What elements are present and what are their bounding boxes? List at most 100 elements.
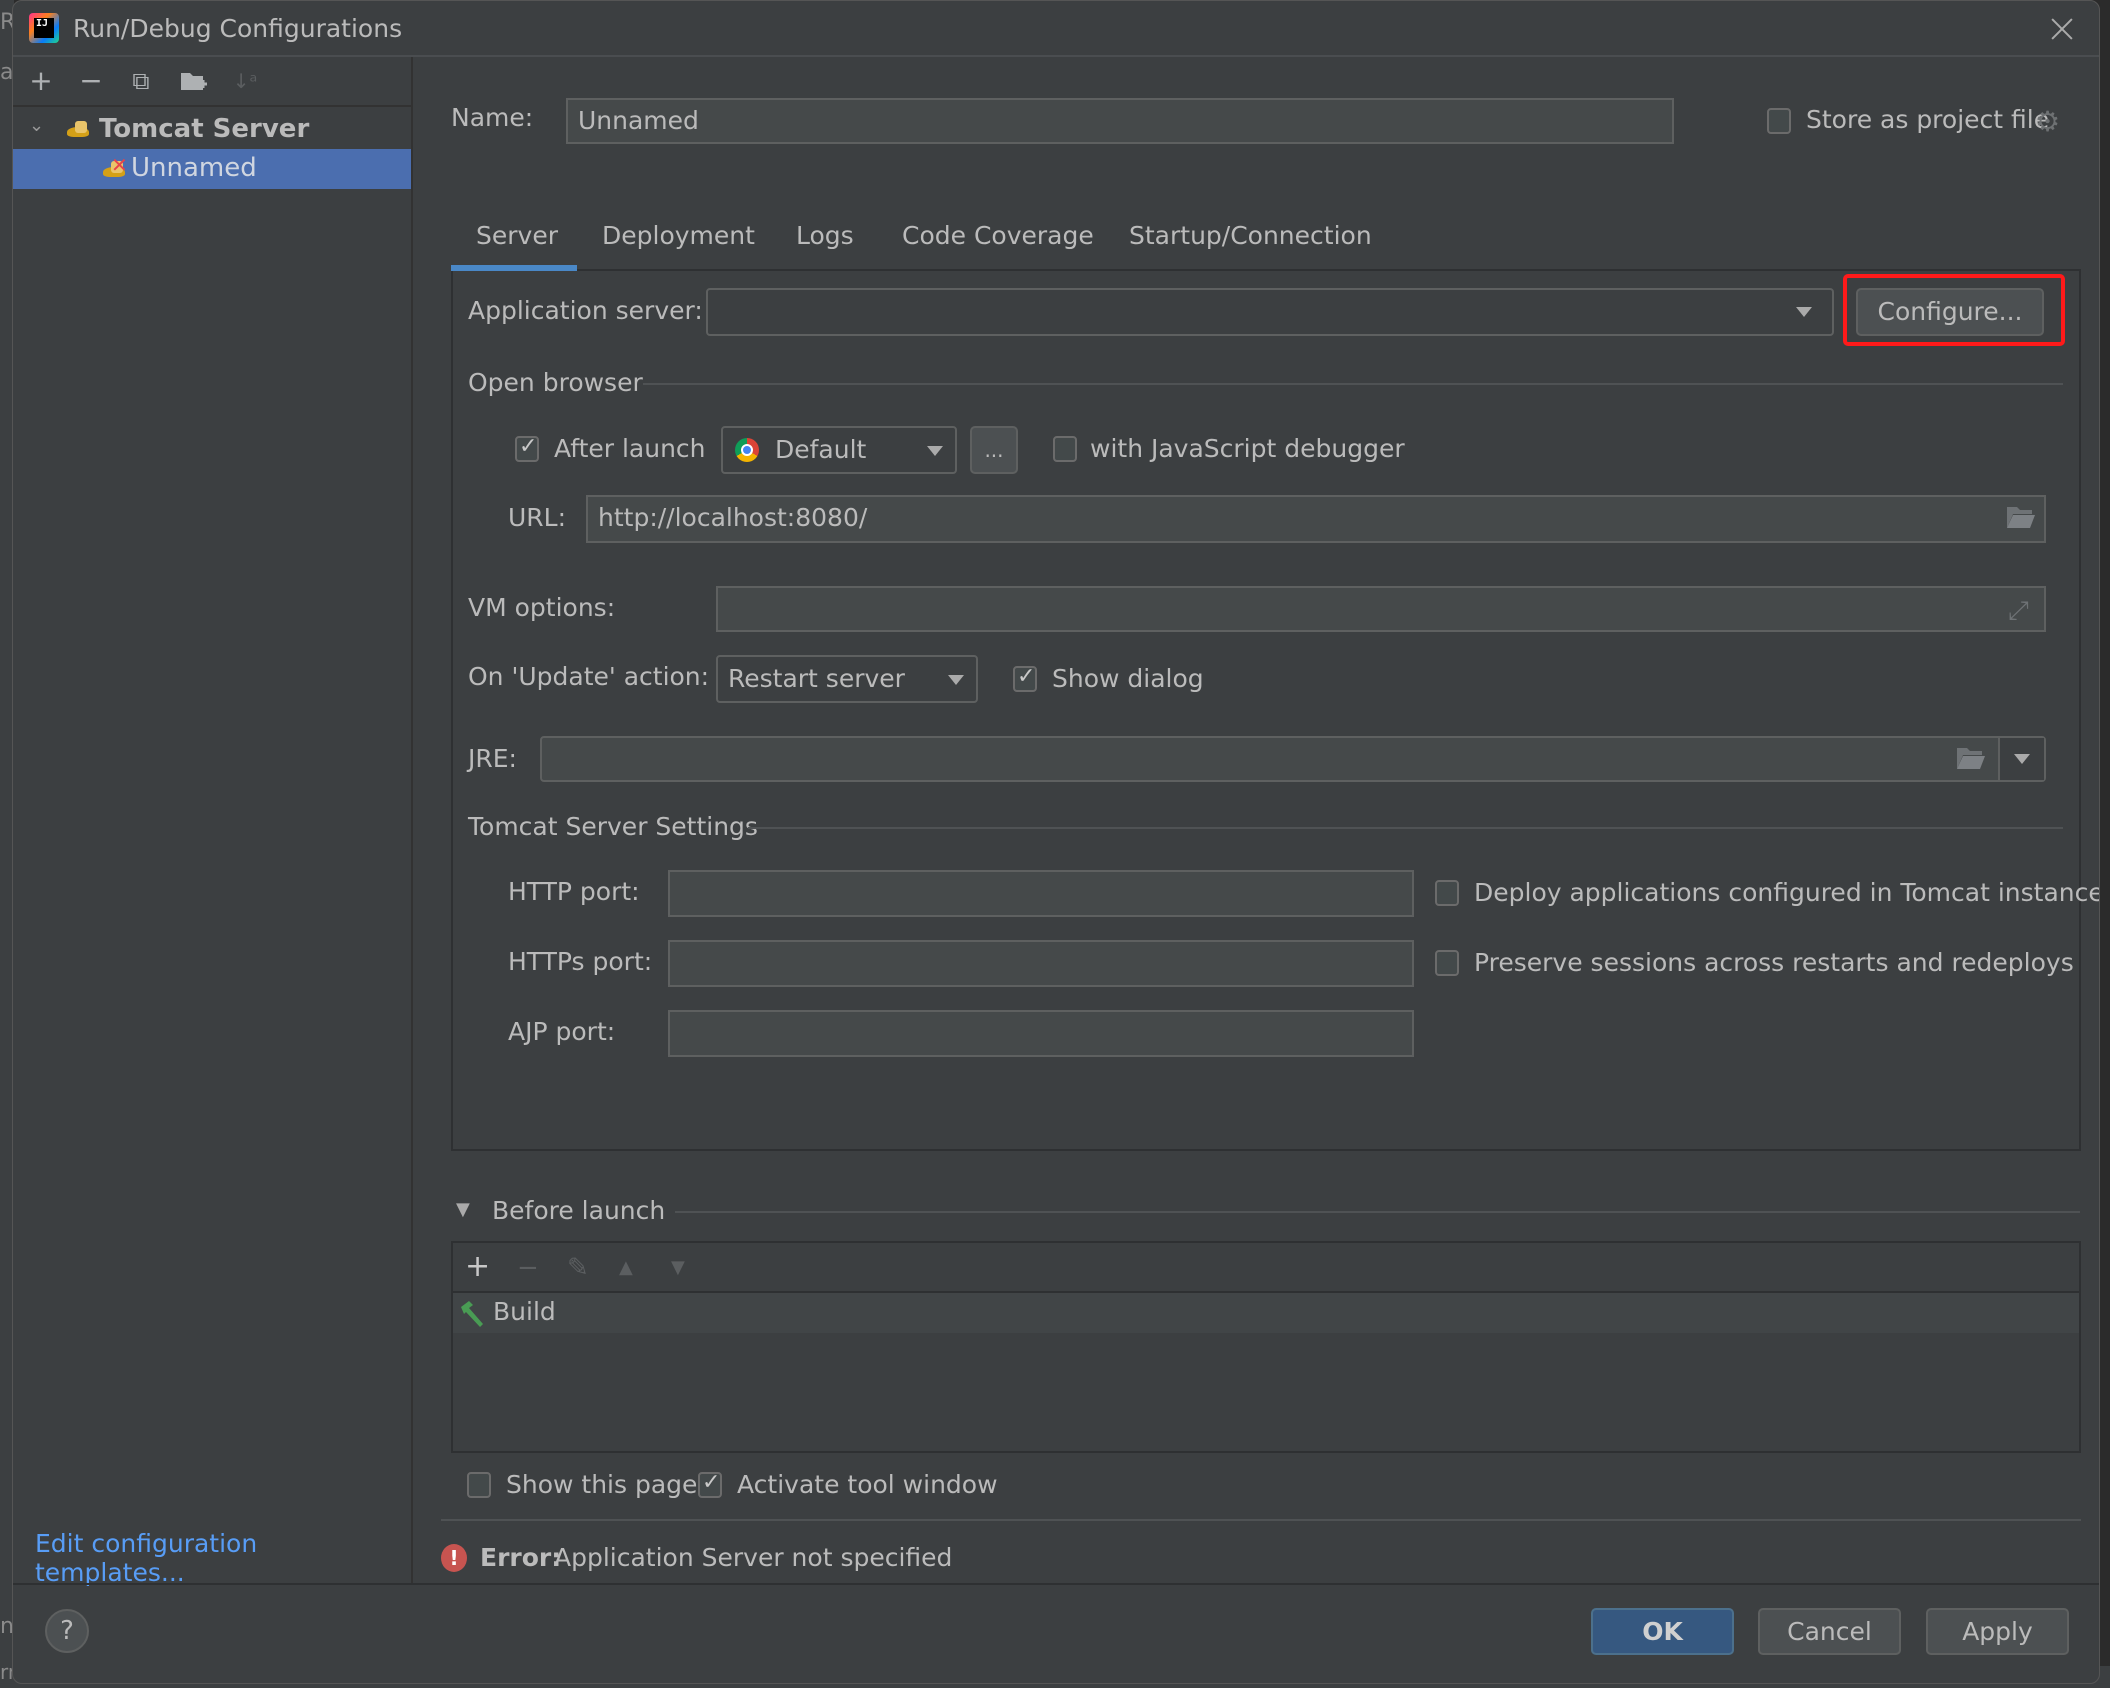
folder-open-icon[interactable] [1956, 742, 1986, 784]
tomcat-icon [65, 119, 91, 141]
copy-configuration-icon[interactable]: ⧉ [127, 67, 155, 95]
name-input[interactable]: Unnamed [566, 98, 1674, 144]
dialog-title: Run/Debug Configurations [73, 14, 403, 43]
remove-task-icon: − [517, 1253, 539, 1283]
open-browser-section-title: Open browser [468, 368, 643, 397]
jre-label: JRE: [468, 744, 517, 773]
remove-configuration-icon[interactable]: − [77, 67, 105, 95]
chrome-icon [735, 438, 759, 462]
section-divider [748, 827, 2063, 829]
deploy-applications-checkbox[interactable] [1435, 880, 1459, 906]
apply-button[interactable]: Apply [1926, 1608, 2069, 1655]
show-dialog-checkbox[interactable] [1013, 664, 1037, 692]
show-dialog-label: Show dialog [1052, 664, 1204, 693]
activate-tool-window-label: Activate tool window [737, 1470, 998, 1499]
javascript-debugger-checkbox[interactable] [1053, 436, 1077, 462]
footer-divider [13, 1583, 2099, 1585]
url-input[interactable]: http://localhost:8080/ [586, 495, 2046, 543]
error-icon: ! [441, 1544, 467, 1572]
after-launch-label: After launch [554, 434, 706, 463]
name-label: Name: [451, 103, 534, 132]
add-configuration-icon[interactable]: + [27, 67, 55, 95]
intellij-logo-icon: IJ [29, 13, 59, 43]
browse-browser-button[interactable]: ... [970, 426, 1018, 474]
on-update-action-label: On 'Update' action: [468, 662, 710, 691]
deploy-applications-label: Deploy applications configured in Tomcat… [1474, 878, 2100, 907]
browser-dropdown[interactable]: Default [721, 426, 957, 474]
section-divider [675, 1211, 2080, 1213]
tree-item-unnamed[interactable]: ✕ Unnamed [13, 149, 411, 189]
cancel-button[interactable]: Cancel [1758, 1608, 1901, 1655]
tab-startup-connection[interactable]: Startup/Connection [1129, 221, 1372, 250]
http-port-input[interactable] [668, 870, 1414, 917]
new-folder-icon[interactable] [179, 67, 207, 95]
browser-value: Default [775, 435, 867, 464]
move-up-icon: ▲ [619, 1257, 633, 1278]
tree-item-label: Unnamed [131, 153, 257, 183]
ajp-port-label: AJP port: [508, 1017, 616, 1046]
jre-dropdown-button[interactable] [2000, 738, 2044, 780]
folder-open-icon[interactable] [2006, 501, 2036, 543]
show-this-page-label: Show this page [506, 1470, 698, 1499]
collapse-triangle-icon[interactable]: ▼ [456, 1199, 470, 1220]
ok-button[interactable]: OK [1591, 1608, 1734, 1655]
edit-configuration-templates-link[interactable]: Edit configuration templates... [35, 1529, 411, 1587]
application-server-dropdown[interactable] [706, 288, 1834, 336]
chevron-down-icon [948, 675, 964, 685]
activate-tool-window-checkbox[interactable] [698, 1470, 722, 1498]
help-button[interactable]: ? [45, 1609, 89, 1653]
tab-server[interactable]: Server [476, 221, 558, 250]
close-icon[interactable] [2048, 15, 2076, 43]
chevron-down-icon [927, 446, 943, 456]
before-launch-toolbar: + − ✎ ▲ ▼ [453, 1243, 2079, 1293]
tab-deployment[interactable]: Deployment [602, 221, 755, 250]
before-launch-title: Before launch [492, 1196, 666, 1225]
http-port-label: HTTP port: [508, 877, 640, 906]
hammer-icon [457, 1299, 487, 1333]
before-launch-tasks-panel: + − ✎ ▲ ▼ Build [451, 1241, 2081, 1453]
logo-text: IJ [34, 18, 54, 38]
tree-group-tomcat-server[interactable]: ⌄ Tomcat Server [13, 111, 411, 151]
add-task-icon[interactable]: + [465, 1249, 490, 1284]
on-update-action-dropdown[interactable]: Restart server [716, 655, 978, 703]
task-label: Build [493, 1297, 556, 1326]
expand-icon[interactable]: ⤢ [2008, 590, 2029, 632]
https-port-label: HTTPs port: [508, 947, 653, 976]
gear-icon[interactable]: ⚙ [2035, 105, 2060, 138]
dialog-titlebar: IJ Run/Debug Configurations [13, 1, 2099, 57]
vm-options-input[interactable]: ⤢ [716, 586, 2046, 632]
task-row-build[interactable]: Build [453, 1293, 2079, 1333]
ajp-port-input[interactable] [668, 1010, 1414, 1057]
tab-code-coverage[interactable]: Code Coverage [902, 221, 1094, 250]
after-launch-checkbox[interactable] [515, 434, 539, 462]
url-label: URL: [508, 503, 567, 532]
preserve-sessions-label: Preserve sessions across restarts and re… [1474, 948, 2074, 977]
store-as-project-file-checkbox[interactable] [1767, 108, 1791, 134]
highlight-annotation-box [1843, 274, 2065, 346]
tree-group-label: Tomcat Server [99, 114, 310, 144]
sidebar-toolbar: + − ⧉ ↓ᵃ [13, 57, 411, 107]
on-update-action-value: Restart server [728, 664, 905, 693]
error-message: Application Server not specified [554, 1543, 953, 1572]
tomcat-server-settings-title: Tomcat Server Settings [468, 812, 758, 841]
store-as-project-file-label: Store as project file [1806, 105, 2050, 134]
chevron-down-icon [2014, 754, 2030, 764]
section-divider [643, 383, 2063, 385]
run-debug-configurations-dialog: IJ Run/Debug Configurations + − ⧉ ↓ᵃ ⌄ T… [12, 0, 2100, 1684]
chevron-down-icon[interactable]: ⌄ [29, 115, 44, 136]
tab-logs[interactable]: Logs [796, 221, 854, 250]
jre-input[interactable] [540, 736, 2046, 782]
move-down-icon: ▼ [671, 1257, 685, 1278]
error-prefix: Error: [480, 1543, 562, 1572]
https-port-input[interactable] [668, 940, 1414, 987]
divider [441, 1519, 2081, 1521]
chevron-down-icon [1796, 307, 1812, 317]
configurations-sidebar: + − ⧉ ↓ᵃ ⌄ Tomcat Server ✕ Unnamed Edit … [13, 57, 413, 1587]
preserve-sessions-checkbox[interactable] [1435, 950, 1459, 976]
edit-task-icon: ✎ [567, 1253, 589, 1283]
tomcat-error-icon: ✕ [101, 153, 128, 181]
application-server-label: Application server: [468, 296, 703, 325]
show-this-page-checkbox[interactable] [467, 1472, 491, 1498]
vm-options-label: VM options: [468, 593, 616, 622]
sort-alphabetically-icon: ↓ᵃ [232, 69, 258, 93]
